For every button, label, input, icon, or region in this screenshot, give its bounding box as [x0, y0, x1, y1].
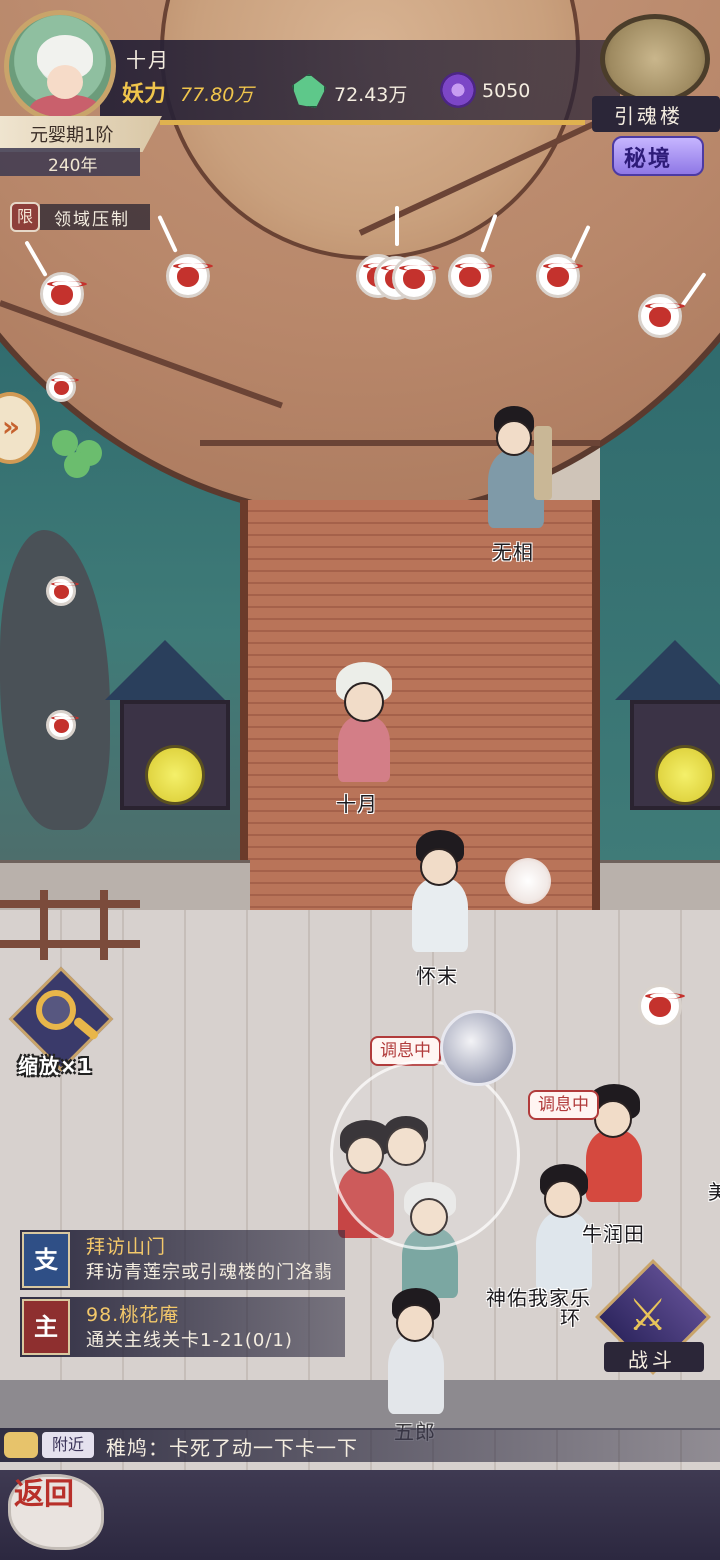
jade-gem-value: 72.43万 — [334, 84, 408, 106]
zoom-level-label[interactable]: 缩放×1 — [18, 1050, 93, 1079]
branch-quest-title: 拜访山门 — [86, 1236, 167, 1258]
domain-suppress-label: 领域压制 — [54, 210, 130, 230]
joystick-knob[interactable] — [440, 1010, 516, 1086]
movement-joystick[interactable] — [330, 1060, 520, 1250]
demon-enemy-marker[interactable] — [40, 272, 87, 316]
map-location-label[interactable]: 引魂楼 — [614, 100, 683, 129]
clover-leaf — [64, 452, 90, 478]
npc-name-niutian: 牛润田 — [582, 1222, 645, 1246]
resting-status-bubble: 调息中 — [528, 1090, 599, 1120]
fence-rail — [0, 900, 140, 908]
npc-name-wuxiang: 无相 — [492, 540, 534, 564]
npc-huaimo[interactable] — [398, 830, 482, 954]
yellow-lantern — [145, 745, 205, 805]
world-map-button[interactable] — [600, 14, 710, 104]
floor-edge — [0, 1380, 720, 1430]
fence-post — [40, 890, 48, 960]
demon-enemy-marker[interactable] — [638, 294, 685, 338]
chat-latest-message[interactable]: 稚鸠：卡死了动一下卡一下 — [106, 1432, 358, 1461]
magnifier-icon — [36, 990, 76, 1030]
player-name: 十月 — [126, 48, 170, 72]
main-quest-title: 98.桃花庵 — [86, 1304, 180, 1326]
main-quest-desc: 通关主线关卡1-21(0/1) — [86, 1330, 293, 1351]
chat-bubble-icon[interactable] — [4, 1432, 38, 1458]
demon-enemy-marker[interactable] — [46, 576, 79, 606]
domain-suppress-icon: 限 — [10, 202, 40, 232]
demon-enemy-marker[interactable] — [536, 254, 583, 298]
demon-enemy-marker[interactable] — [448, 254, 495, 298]
fence-post — [100, 890, 108, 960]
player-character-shiyue[interactable] — [316, 660, 412, 784]
experience-bar — [160, 120, 585, 125]
double-chevron-icon: » — [2, 410, 21, 443]
npc-name-huan: 环 — [560, 1306, 581, 1330]
secret-realm-label: 秘境 — [624, 147, 673, 172]
back-label[interactable]: 返回 — [14, 1478, 74, 1512]
npc-name-huaimo: 怀末 — [416, 964, 458, 988]
yellow-lantern — [655, 745, 715, 805]
demon-enemy-marker[interactable] — [46, 710, 79, 740]
npc-wuxiang[interactable] — [474, 406, 558, 530]
soul-swirl-icon — [440, 72, 476, 108]
fence-rail — [0, 940, 140, 948]
demon-power-label: 妖力 — [122, 81, 167, 107]
crossed-swords-icon: ⚔ — [628, 1290, 668, 1341]
player-name-label: 十月 — [336, 792, 378, 816]
npc-wulang[interactable] — [376, 1288, 456, 1418]
demon-enemy-marker[interactable] — [392, 256, 439, 300]
npc-name-offscreen: 美 — [708, 1180, 720, 1204]
battle-label[interactable]: 战斗 — [628, 1344, 676, 1373]
demon-enemy-marker[interactable] — [166, 254, 213, 298]
marker-tail — [395, 206, 399, 246]
cultivation-years: 240年 — [48, 156, 98, 176]
bottom-bar — [0, 1470, 720, 1560]
chat-channel-tab[interactable]: 附近 — [42, 1432, 94, 1458]
main-quest-badge: 主 — [22, 1299, 70, 1355]
spirit-orb[interactable] — [505, 858, 551, 904]
player-avatar[interactable] — [4, 10, 116, 122]
branch-quest-badge: 支 — [22, 1232, 70, 1288]
soul-value: 5050 — [482, 80, 531, 102]
cultivation-realm: 元婴期1阶 — [30, 125, 114, 146]
branch-quest-desc: 拜访青莲宗或引魂楼的门洛翡 — [86, 1262, 333, 1283]
demon-enemy-marker[interactable] — [638, 984, 685, 1028]
demon-enemy-marker[interactable] — [46, 372, 79, 402]
demon-power-value: 77.80万 — [180, 84, 254, 106]
